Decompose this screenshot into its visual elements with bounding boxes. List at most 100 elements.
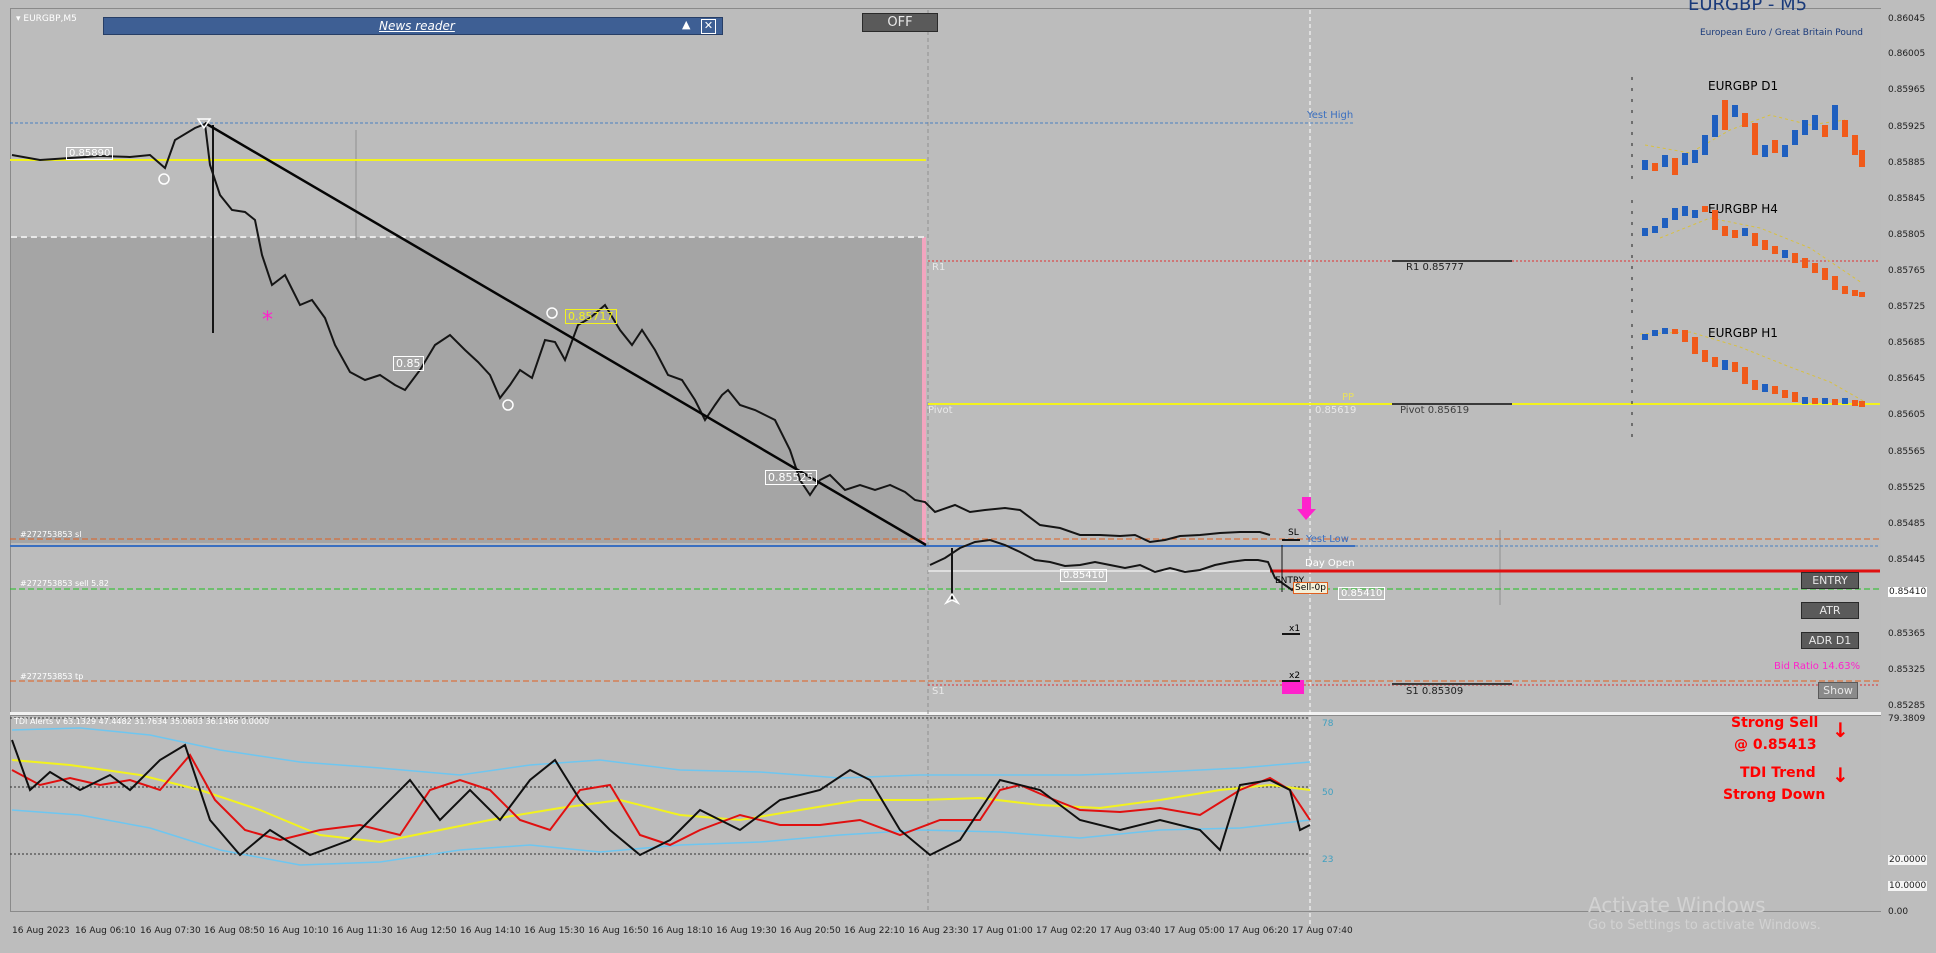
price-axis-label: 0.85925	[1888, 122, 1926, 132]
r1-label: R1	[932, 262, 946, 273]
time-axis-label: 16 Aug 18:10	[652, 926, 713, 936]
price-axis-label: 0.85965	[1888, 85, 1926, 95]
mini-chart-d1-plot	[1631, 77, 1865, 185]
strong-down-label: Strong Down	[1723, 787, 1826, 803]
order-sell-label: #272753853 sell 5.82	[20, 579, 109, 588]
price-axis-label: 0.85485	[1888, 519, 1926, 529]
day-open-label: Day Open	[1305, 558, 1355, 569]
time-axis-label: 17 Aug 03:40	[1100, 926, 1161, 936]
svg-text:*: *	[262, 308, 273, 333]
time-axis-label: 16 Aug 15:30	[524, 926, 585, 936]
pivot-label: Pivot	[928, 405, 953, 416]
collapse-up-icon[interactable]: ▲	[682, 18, 690, 31]
tdi-trend-label: TDI Trend	[1740, 765, 1816, 781]
chart-subtitle: European Euro / Great Britain Pound	[1700, 28, 1864, 38]
pp-value-label: 0.85619	[1315, 405, 1357, 416]
price-axis-label: 0.85565	[1888, 447, 1926, 457]
chart-title: EURGBP - M5	[1688, 0, 1808, 15]
indicator-level-50: 50	[1322, 788, 1334, 798]
price-axis-label: 0.85365	[1888, 629, 1926, 639]
price-tag: 0.85890	[66, 147, 114, 160]
s1-value-label: S1 0.85309	[1406, 686, 1464, 697]
news-reader-link[interactable]: News reader	[379, 19, 455, 33]
time-axis-label: 16 Aug 12:50	[396, 926, 457, 936]
price-tag: 0.85717	[565, 309, 617, 324]
mini-chart-h1: EURGBP H1	[1630, 322, 1870, 442]
order-sl-label: #272753853 sl	[20, 530, 82, 539]
yest-high-label: Yest High	[1307, 110, 1354, 121]
time-axis-label: 17 Aug 02:20	[1036, 926, 1097, 936]
price-axis-label: 0.85645	[1888, 374, 1926, 384]
price-axis-label: 0.85885	[1888, 158, 1926, 168]
time-axis-label: 16 Aug 2023	[12, 926, 70, 936]
indicator-axis-label: 79.3809	[1888, 714, 1926, 724]
yest-low-label: Yest Low	[1306, 534, 1349, 545]
price-tag: 0.85410	[1060, 569, 1108, 582]
price-axis-label: 0.85725	[1888, 302, 1926, 312]
price-axis-label: 0.86005	[1888, 49, 1926, 59]
close-icon[interactable]: ✕	[701, 19, 716, 34]
news-reader-bar[interactable]: News reader ▲ ✕	[103, 17, 723, 35]
mini-chart-h1-plot	[1631, 324, 1866, 440]
indicator-axis-label: 0.00	[1888, 907, 1909, 917]
symbol-timeframe: ▾ EURGBP,M5	[16, 14, 77, 24]
indicator-level-23: 23	[1322, 855, 1334, 865]
time-axis-label: 16 Aug 19:30	[716, 926, 777, 936]
time-axis-label: 16 Aug 22:10	[844, 926, 905, 936]
order-tp-label: #272753853 tp	[20, 672, 84, 681]
time-axis-label: 17 Aug 07:40	[1292, 926, 1353, 936]
mini-chart-h4: EURGBP H4	[1630, 198, 1870, 316]
off-button[interactable]: OFF	[862, 13, 938, 32]
down-arrow-icon: ↓	[1832, 763, 1849, 787]
sl-marker: SL	[1288, 528, 1299, 538]
mini-chart-d1: EURGBP D1	[1630, 75, 1870, 190]
price-axis-label: 0.85605	[1888, 410, 1926, 420]
time-axis-label: 16 Aug 23:30	[908, 926, 969, 936]
strong-sell-label: Strong Sell	[1731, 715, 1819, 731]
time-axis-label: 17 Aug 05:00	[1164, 926, 1225, 936]
price-axis-label: 0.85765	[1888, 266, 1926, 276]
price-tag: 0.85410	[1338, 587, 1386, 600]
time-axis-label: 17 Aug 01:00	[972, 926, 1033, 936]
pp-label: PP	[1342, 392, 1355, 403]
down-arrow-icon: ↓	[1832, 718, 1849, 742]
entry-button[interactable]: ENTRY	[1801, 572, 1859, 589]
adr-d1-button[interactable]: ADR D1	[1801, 632, 1859, 649]
time-axis-label: 16 Aug 16:50	[588, 926, 649, 936]
time-axis-label: 16 Aug 06:10	[75, 926, 136, 936]
price-axis-label: 0.85525	[1888, 483, 1926, 493]
price-axis-label: 0.86045	[1888, 14, 1926, 24]
activate-windows-sub: Go to Settings to activate Windows.	[1588, 918, 1821, 933]
time-axis-label: 16 Aug 10:10	[268, 926, 329, 936]
s1-label: S1	[932, 686, 945, 697]
indicator-axis-label: 20.0000	[1888, 855, 1928, 865]
price-tag: 0.85	[393, 356, 424, 371]
r1-value-label: R1 0.85777	[1406, 262, 1464, 273]
time-axis-label: 16 Aug 20:50	[780, 926, 841, 936]
indicator-label: TDI Alerts v 63.1329 47.4482 31.7634 35.…	[14, 717, 270, 726]
time-axis-label: 16 Aug 11:30	[332, 926, 393, 936]
price-axis-label: 0.85285	[1888, 701, 1926, 711]
atr-button[interactable]: ATR	[1801, 602, 1859, 619]
time-axis-label: 16 Aug 08:50	[204, 926, 265, 936]
sell-price-label: @ 0.85413	[1734, 737, 1817, 753]
show-button[interactable]: Show	[1818, 682, 1858, 699]
price-axis-label: 0.85845	[1888, 194, 1926, 204]
sell-marker: Sell-0p	[1293, 582, 1328, 594]
indicator-level-78: 78	[1322, 719, 1334, 729]
price-axis-label: 0.85685	[1888, 338, 1926, 348]
x1-marker: x1	[1289, 624, 1301, 634]
price-axis-label: 0.85805	[1888, 230, 1926, 240]
indicator-axis-label: 10.0000	[1888, 881, 1928, 891]
time-axis-label: 16 Aug 07:30	[140, 926, 201, 936]
price-tag: 0.85525	[765, 470, 817, 485]
time-axis-label: 17 Aug 06:20	[1228, 926, 1289, 936]
activate-windows-title: Activate Windows	[1588, 893, 1766, 917]
bid-ratio-label: Bid Ratio 14.63%	[1774, 661, 1861, 672]
mini-chart-h4-plot	[1631, 200, 1865, 313]
price-axis-label: 0.85325	[1888, 665, 1926, 675]
current-price-tag: 0.85410	[1888, 587, 1928, 597]
x2-marker: x2	[1289, 671, 1301, 681]
price-axis-label: 0.85445	[1888, 555, 1926, 565]
time-axis-label: 16 Aug 14:10	[460, 926, 521, 936]
